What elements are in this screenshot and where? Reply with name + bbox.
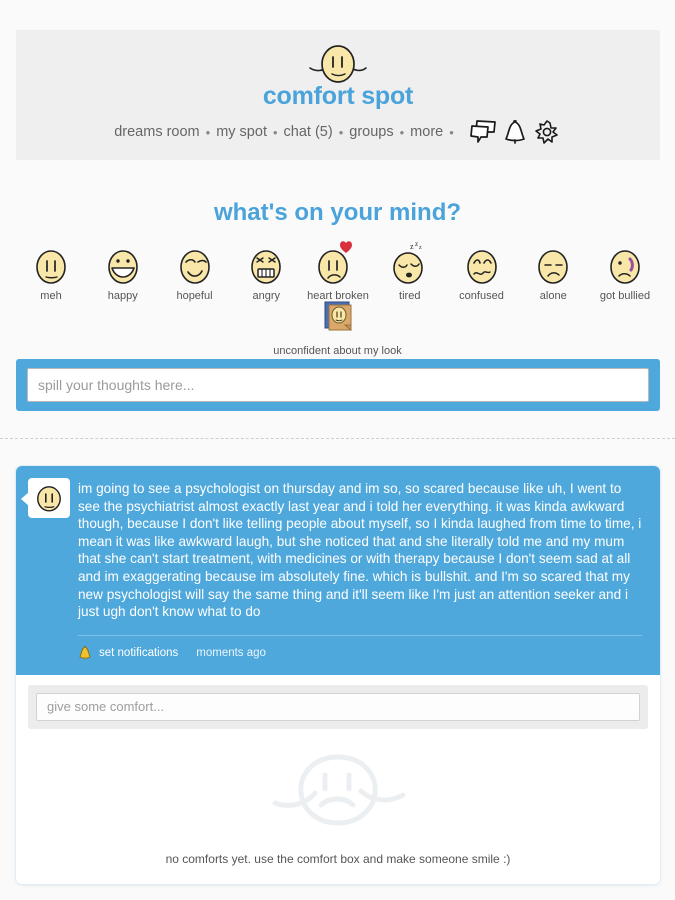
empty-comments-text: no comforts yet. use the comfort box and…: [165, 851, 511, 866]
meh-face-avatar-icon: [37, 486, 61, 512]
nav-groups[interactable]: groups: [349, 124, 393, 140]
svg-text:z: z: [410, 242, 414, 251]
nav-separator: •: [449, 124, 454, 140]
confused-face-icon: [464, 240, 500, 286]
comment-input[interactable]: [36, 692, 640, 721]
bell-icon: [79, 645, 91, 660]
meh-face-logo-icon: [309, 45, 367, 83]
main-nav: dreams room • my spot • chat (5) • group…: [16, 118, 660, 146]
post-card: im going to see a psychologist on thursd…: [16, 466, 660, 884]
svg-text:z: z: [415, 240, 418, 248]
set-notifications-link[interactable]: set notifications: [99, 647, 178, 659]
empty-comments-state: no comforts yet. use the comfort box and…: [16, 728, 660, 866]
site-title: comfort spot: [262, 82, 414, 110]
nav-separator: •: [205, 124, 211, 140]
post-text: im going to see a psychologist on thursd…: [78, 481, 642, 620]
header-icon-group: [468, 118, 562, 146]
messages-icon[interactable]: [468, 118, 498, 146]
svg-text:z: z: [419, 245, 422, 251]
avatar[interactable]: [21, 478, 70, 518]
post-meta: set notifications moments ago: [78, 636, 642, 667]
nav-chat[interactable]: chat (5): [284, 124, 333, 140]
notifications-bell-icon[interactable]: [502, 118, 528, 146]
tired-face-icon: z z z: [390, 240, 430, 286]
heart-broken-face-icon: [316, 240, 360, 286]
thought-input[interactable]: [27, 368, 649, 402]
settings-gear-icon[interactable]: [532, 118, 562, 146]
mood-option-confused[interactable]: confused: [451, 240, 513, 302]
page-title: what's on your mind?: [213, 199, 462, 226]
comment-section: [16, 674, 660, 729]
nav-more[interactable]: more: [410, 124, 443, 140]
got-bullied-face-icon: [607, 240, 643, 286]
post-body: im going to see a psychologist on thursd…: [16, 466, 660, 675]
mood-option-hopeful[interactable]: hopeful: [164, 240, 226, 302]
hopeful-face-icon: [177, 240, 213, 286]
sad-face-drawing-icon: [263, 747, 413, 838]
page-root: comfort spot dreams room • my spot • cha…: [0, 0, 675, 900]
nav-my-spot[interactable]: my spot: [216, 124, 267, 140]
mood-option-tired[interactable]: z z z tired: [379, 240, 441, 302]
nav-separator: •: [338, 124, 344, 140]
mood-option-unconfident[interactable]: unconfident about my look: [0, 298, 675, 357]
site-header: comfort spot dreams room • my spot • cha…: [16, 30, 660, 160]
mood-option-meh[interactable]: meh: [20, 240, 82, 302]
meh-face-icon: [33, 240, 69, 286]
compose-box: [16, 359, 660, 411]
post-timestamp: moments ago: [196, 646, 266, 659]
happy-face-icon: [105, 240, 141, 286]
nav-dreams-room[interactable]: dreams room: [114, 124, 199, 140]
angry-face-icon: [248, 240, 284, 286]
nav-separator: •: [399, 124, 405, 140]
section-divider: [0, 438, 675, 439]
mood-option-got-bullied[interactable]: got bullied: [594, 240, 656, 302]
mood-option-heart-broken[interactable]: heart broken: [307, 240, 369, 302]
mirror-photo-icon: [318, 298, 358, 341]
comment-inset: [28, 684, 648, 729]
alone-face-icon: [535, 240, 571, 286]
mood-label: unconfident about my look: [273, 345, 402, 357]
mood-selector: meh happy hopeful angry heart broken z z…: [20, 240, 656, 302]
mood-option-alone[interactable]: alone: [522, 240, 584, 302]
nav-separator: •: [272, 124, 278, 140]
mood-option-happy[interactable]: happy: [92, 240, 154, 302]
mood-option-angry[interactable]: angry: [235, 240, 297, 302]
